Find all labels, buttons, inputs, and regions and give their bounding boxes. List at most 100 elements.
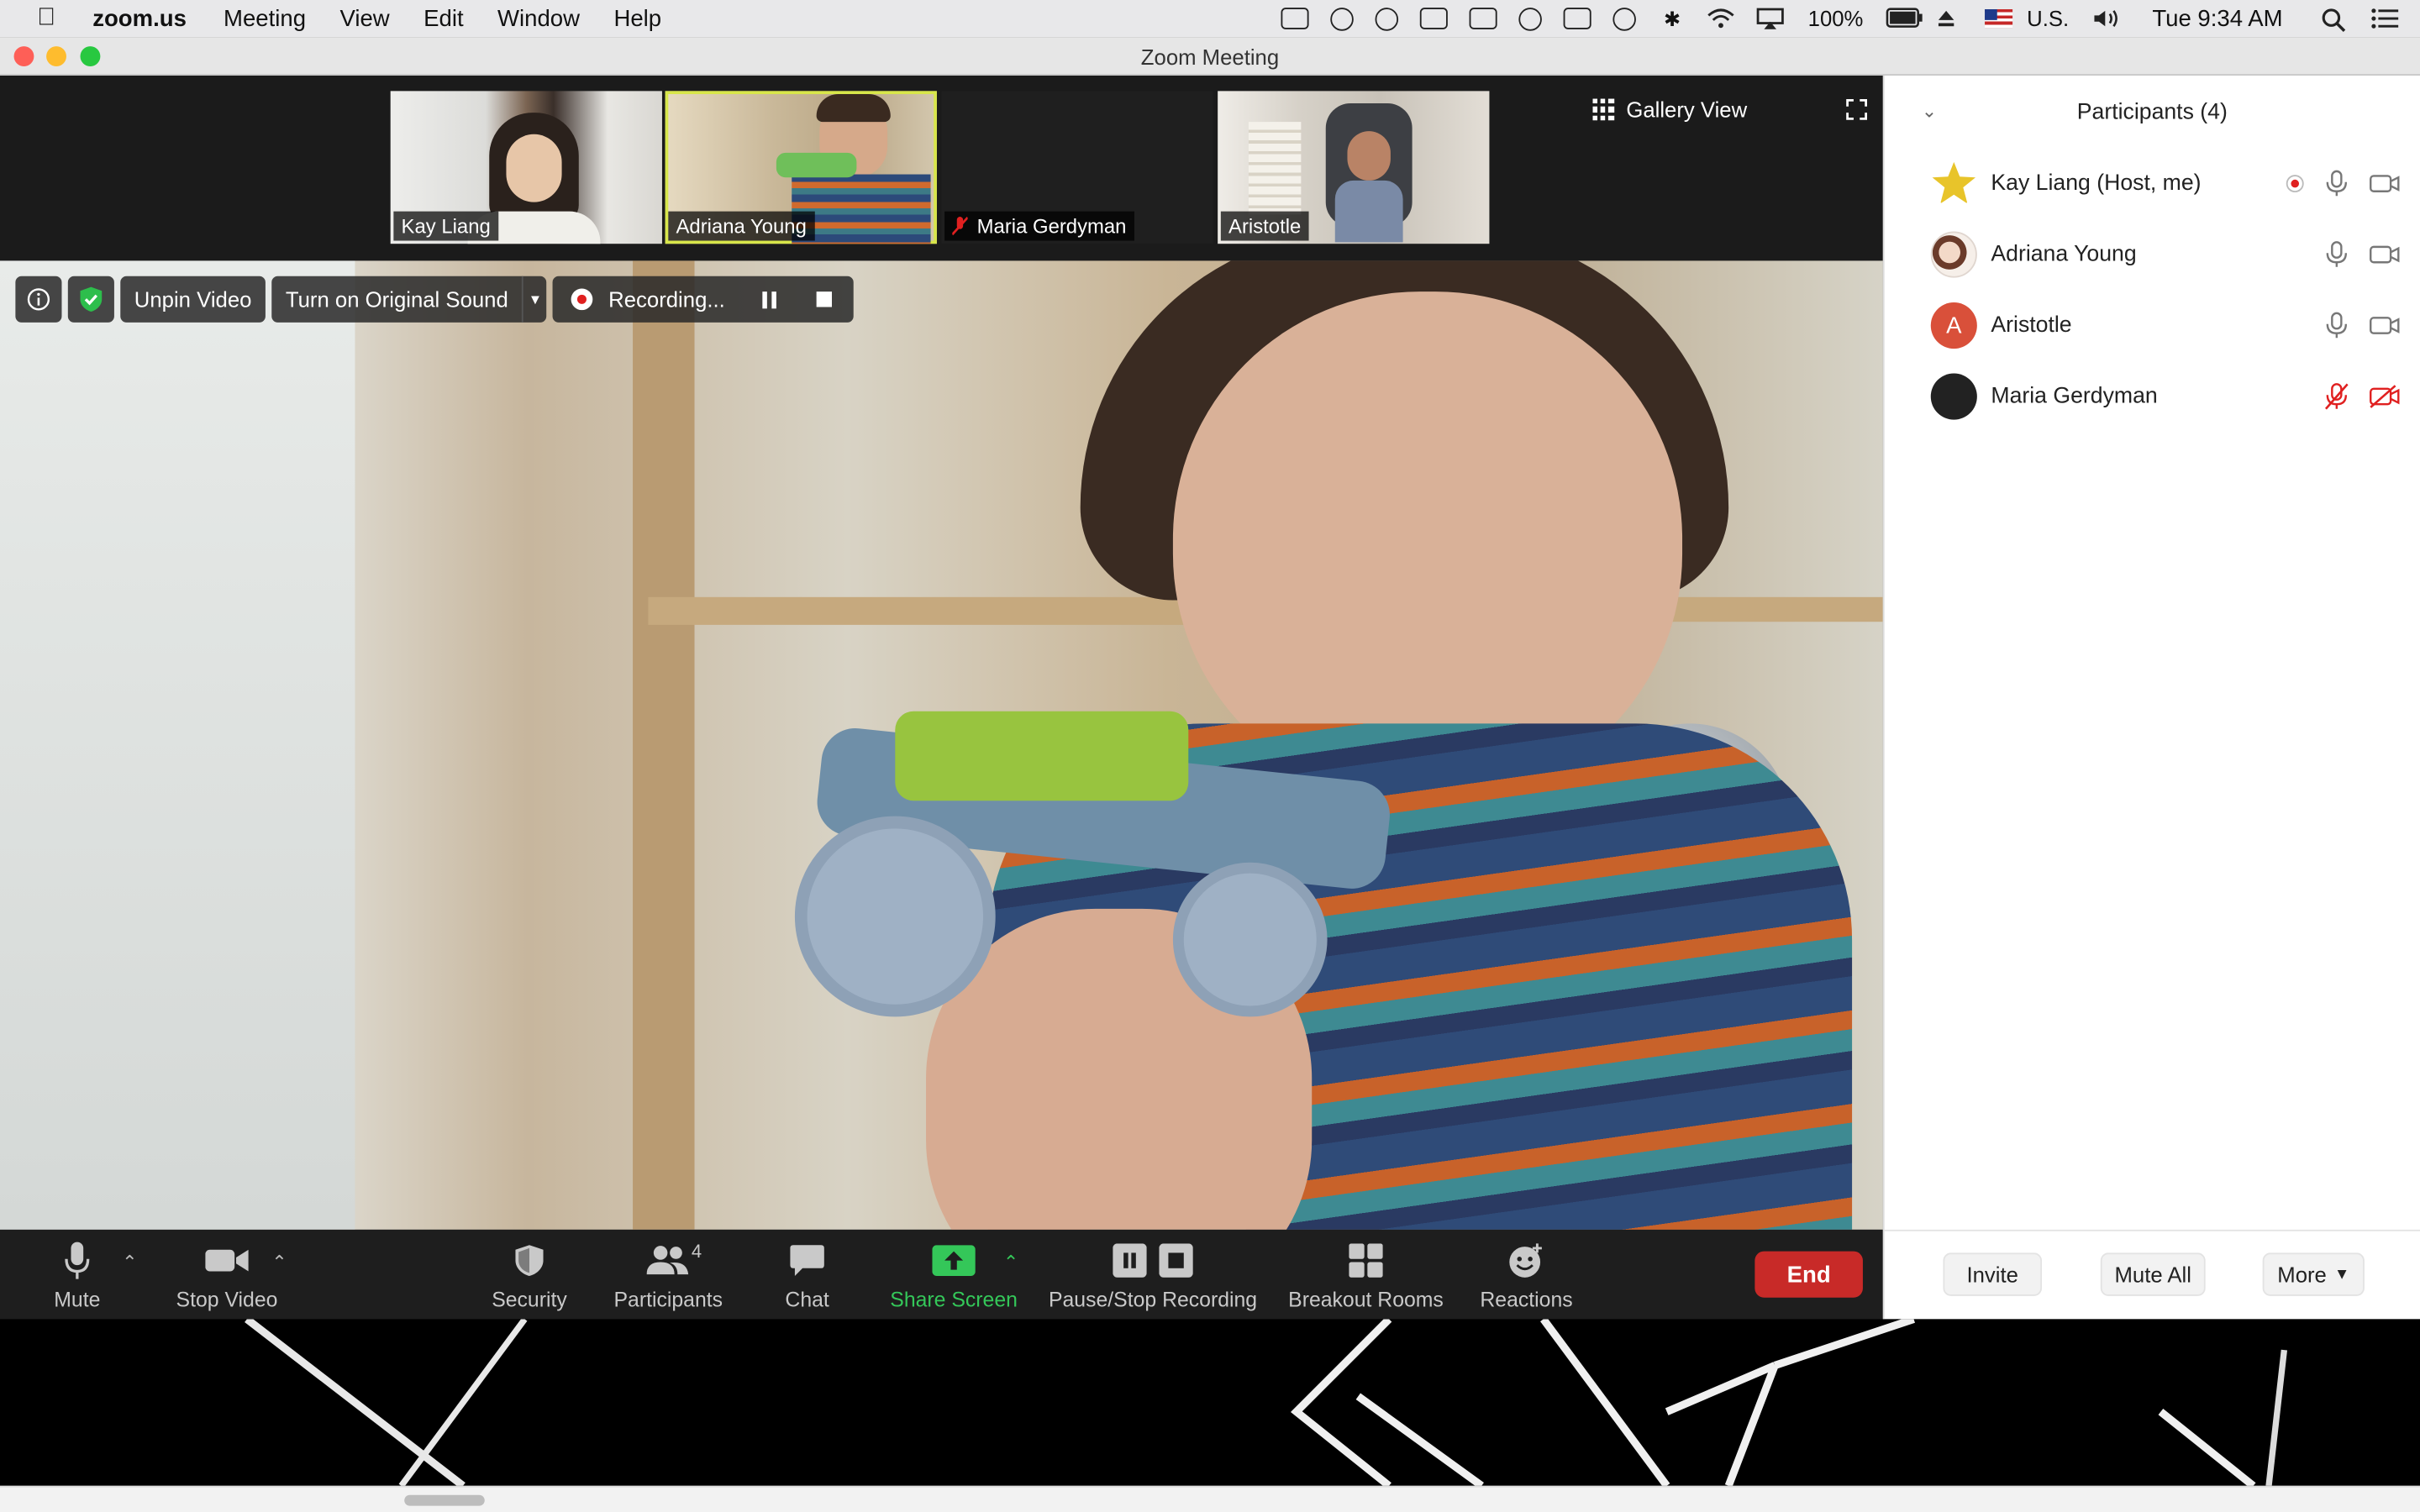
muted-microphone-icon[interactable] — [2323, 383, 2350, 411]
wifi-icon[interactable] — [1707, 8, 1735, 29]
time-machine-icon[interactable] — [1613, 7, 1637, 30]
participants-count: 4 — [691, 1240, 702, 1263]
battery-icon[interactable] — [1886, 8, 1923, 29]
share-screen-label: Share Screen — [890, 1288, 1018, 1312]
participant-row-aristotle[interactable]: A Aristotle — [1885, 290, 2420, 360]
participant-name: Maria Gerdyman — [1991, 384, 2158, 409]
chat-label: Chat — [785, 1288, 829, 1312]
video-toy-wheel — [794, 816, 996, 1017]
tile-name-label: Maria Gerdyman — [944, 211, 1134, 241]
do-not-disturb-icon[interactable] — [1519, 7, 1543, 30]
volume-icon[interactable] — [2092, 8, 2120, 29]
window-title: Zoom Meeting — [1140, 45, 1280, 70]
stop-video-button[interactable]: Stop Video — [166, 1241, 287, 1311]
security-button[interactable]: Security — [478, 1241, 580, 1311]
tile-name-text: Maria Gerdyman — [976, 214, 1127, 238]
video-camera-icon[interactable] — [2369, 313, 2400, 338]
meeting-toolbar: Mute ⌃ Stop Video ⌃ Security 4 Participa… — [0, 1229, 1883, 1320]
mute-all-button[interactable]: Mute All — [2100, 1252, 2206, 1296]
bluetooth-icon[interactable]: ✱ — [1658, 8, 1686, 31]
video-camera-icon[interactable] — [2369, 242, 2400, 266]
microphone-icon[interactable] — [2323, 170, 2350, 197]
share-options-caret[interactable]: ⌃ — [1003, 1252, 1018, 1273]
menu-window[interactable]: Window — [497, 5, 580, 31]
window-titlebar: Zoom Meeting — [0, 37, 2420, 76]
more-button[interactable]: More ▼ — [2262, 1252, 2365, 1296]
chat-bubble-icon — [790, 1245, 824, 1276]
panel-header: ⌄ Participants (4) — [1885, 76, 2420, 150]
participant-row-kay-liang[interactable]: Kay Liang (Host, me) — [1885, 148, 2420, 218]
encryption-shield-button[interactable] — [67, 276, 114, 323]
invite-button[interactable]: Invite — [1943, 1252, 2043, 1296]
screen-share-icon[interactable] — [1564, 8, 1592, 29]
grid-icon — [1591, 98, 1614, 121]
video-camera-icon[interactable] — [2369, 171, 2400, 196]
kay-liang-video-face — [506, 134, 562, 202]
recording-label: Recording... — [608, 286, 725, 312]
battery-percent: 100% — [1807, 6, 1864, 31]
sync-icon[interactable] — [1376, 7, 1399, 30]
participants-button[interactable]: 4 Participants — [607, 1241, 730, 1311]
stop-recording-icon[interactable] — [816, 291, 832, 307]
video-tile-adriana-young[interactable]: Adriana Young — [665, 91, 937, 244]
menu-meeting[interactable]: Meeting — [224, 5, 306, 31]
apple-menu-icon[interactable]:  — [0, 5, 92, 33]
participant-name: Aristotle — [1991, 312, 2072, 339]
original-sound-button[interactable]: Turn on Original Sound ▼ — [271, 276, 547, 323]
breakout-rooms-button[interactable]: Breakout Rooms — [1284, 1241, 1448, 1311]
video-options-caret[interactable]: ⌃ — [271, 1252, 287, 1273]
muted-mic-icon — [952, 217, 968, 236]
reactions-button[interactable]: Reactions — [1474, 1241, 1579, 1311]
share-screen-button[interactable]: Share Screen — [886, 1241, 1022, 1311]
window-manager-icon[interactable] — [1470, 8, 1498, 29]
microphone-icon[interactable] — [2323, 312, 2350, 339]
menu-app-name[interactable]: zoom.us — [92, 5, 187, 31]
zoom-status-icon[interactable] — [1281, 8, 1310, 29]
participant-status-icons — [2323, 241, 2400, 269]
video-tile-aristotle[interactable]: Aristotle — [1218, 91, 1490, 244]
menu-help[interactable]: Help — [613, 5, 661, 31]
eject-icon[interactable] — [1936, 8, 1964, 29]
pause-stop-recording-button[interactable]: Pause/Stop Recording — [1044, 1241, 1263, 1311]
end-meeting-button[interactable]: End — [1754, 1251, 1863, 1298]
menubar-clock[interactable]: Tue 9:34 AM — [2152, 5, 2282, 31]
horizontal-scrollbar[interactable] — [0, 1485, 2420, 1512]
menu-edit[interactable]: Edit — [424, 5, 463, 31]
video-tile-maria-gerdyman[interactable]: Maria Gerdyman — [941, 91, 1213, 244]
spotlight-search-icon[interactable] — [2321, 8, 2349, 32]
menu-view[interactable]: View — [339, 5, 389, 31]
video-tile-kay-liang[interactable]: Kay Liang — [390, 91, 662, 244]
pause-recording-icon[interactable] — [761, 291, 776, 308]
video-off-icon[interactable] — [2369, 384, 2400, 408]
audio-options-caret[interactable]: ⌃ — [122, 1252, 137, 1273]
participant-row-adriana-young[interactable]: Adriana Young — [1885, 219, 2420, 290]
screen:  zoom.us Meeting View Edit Window Help … — [0, 0, 2420, 1512]
mute-button[interactable]: Mute — [37, 1241, 118, 1311]
recording-indicator: Recording... — [553, 276, 854, 323]
participants-icon — [646, 1246, 689, 1275]
original-sound-dropdown[interactable]: ▼ — [522, 276, 546, 323]
info-icon — [27, 288, 50, 311]
us-flag-icon[interactable] — [1985, 9, 2013, 29]
meeting-info-button[interactable] — [15, 276, 62, 323]
main-video[interactable]: Unpin Video Turn on Original Sound ▼ Rec… — [0, 260, 1883, 1230]
aristotle-video-stack — [1248, 122, 1302, 215]
tile-name-label: Aristotle — [1220, 211, 1309, 241]
creative-cloud-icon[interactable] — [1331, 7, 1355, 30]
gallery-view-button[interactable]: Gallery View — [1591, 97, 1747, 122]
microphone-icon[interactable] — [2323, 241, 2350, 269]
display-icon[interactable] — [1420, 8, 1449, 29]
video-shelf-board — [648, 596, 1204, 625]
chat-button[interactable]: Chat — [771, 1241, 842, 1311]
panel-footer: Invite Mute All More ▼ — [1884, 1229, 2420, 1320]
tile-name-label: Kay Liang — [393, 211, 498, 241]
fullscreen-icon[interactable] — [1846, 99, 1868, 121]
participant-row-maria-gerdyman[interactable]: Maria Gerdyman — [1885, 361, 2420, 432]
input-source[interactable]: U.S. — [2027, 6, 2069, 30]
video-shelf-upright — [633, 260, 695, 1230]
scrollbar-thumb[interactable] — [404, 1494, 485, 1506]
notification-center-icon[interactable] — [2370, 8, 2399, 29]
video-overlay-controls: Unpin Video Turn on Original Sound ▼ Rec… — [15, 276, 854, 323]
unpin-video-button[interactable]: Unpin Video — [120, 276, 266, 323]
airplay-icon[interactable] — [1757, 8, 1785, 29]
